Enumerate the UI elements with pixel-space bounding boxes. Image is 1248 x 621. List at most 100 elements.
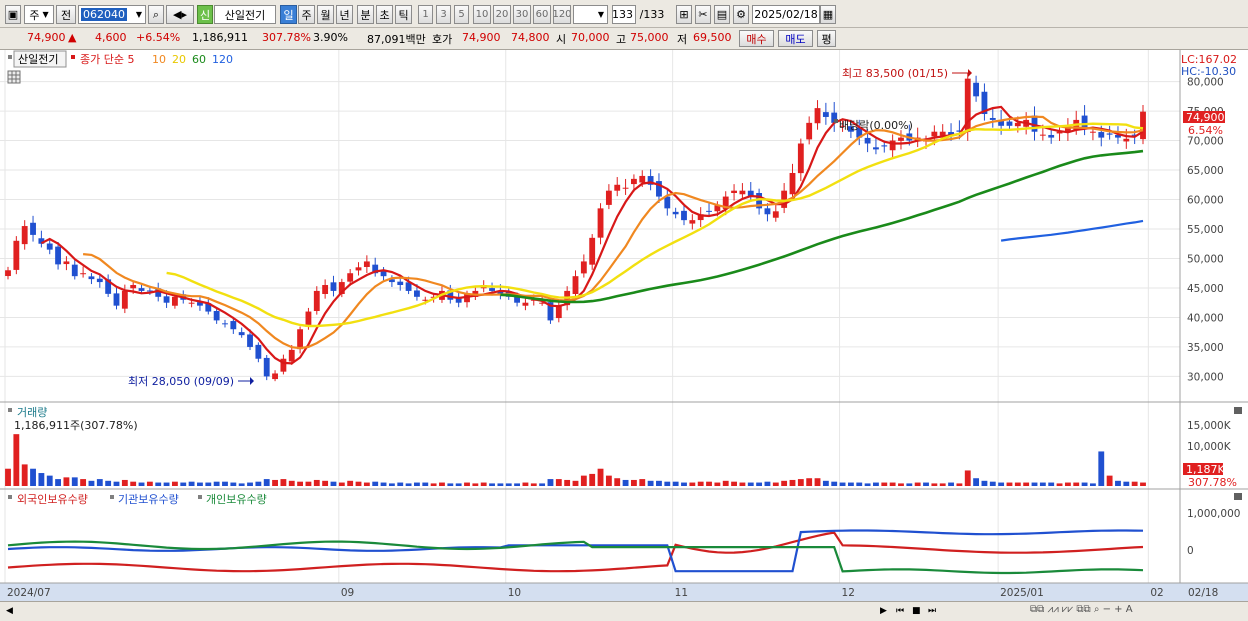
volume-bar bbox=[580, 475, 587, 486]
candle bbox=[288, 349, 295, 362]
chart-area[interactable]: 30,000 35,000 40,000 45,000 50,000 55,000 60,0… bbox=[0, 50, 1248, 601]
legend-ma10[interactable]: 10 bbox=[152, 53, 166, 66]
volume-bar bbox=[255, 481, 262, 486]
candle bbox=[63, 261, 70, 265]
date-input[interactable]: 2025/02/18 bbox=[752, 5, 820, 24]
dividend-annotation: 배당락(0.00%) bbox=[834, 119, 913, 132]
grid-icon[interactable]: ⊞ bbox=[676, 5, 692, 24]
first-page-icon[interactable]: ⏮ bbox=[896, 606, 904, 616]
tool-icons[interactable]: ⧉⧉ ⩘⩘ ⩗⩗ ⧉⧉ ⌕ − + A bbox=[1030, 604, 1133, 615]
tab-second[interactable]: 초 bbox=[376, 5, 393, 24]
candle bbox=[864, 137, 871, 144]
volume-bar bbox=[789, 479, 796, 486]
candle bbox=[272, 373, 278, 380]
candle bbox=[397, 281, 404, 286]
tab-tick[interactable]: 틱 bbox=[395, 5, 412, 24]
legend-ma5[interactable]: 종가 단순 5 bbox=[80, 53, 134, 66]
candle bbox=[664, 196, 671, 209]
save-icon[interactable]: ▤ bbox=[714, 5, 730, 24]
volume-bar bbox=[322, 480, 329, 486]
volume-title[interactable]: 거래량 bbox=[17, 406, 47, 419]
candle bbox=[605, 190, 612, 205]
volume-bar bbox=[5, 468, 11, 486]
scroll-left-icon[interactable]: ◀ bbox=[6, 606, 13, 616]
interval-10[interactable]: 10 bbox=[473, 5, 491, 24]
volume-bar bbox=[439, 482, 445, 486]
price-tick: 55,000 bbox=[1187, 224, 1224, 236]
legend-ma60[interactable]: 60 bbox=[192, 53, 206, 66]
legend-stock-name[interactable]: 산일전기 bbox=[18, 52, 58, 66]
holdings-pane-close-icon[interactable] bbox=[1234, 493, 1242, 500]
tab-year[interactable]: 년 bbox=[336, 5, 353, 24]
tab-minute[interactable]: 분 bbox=[357, 5, 374, 24]
volume-bar bbox=[747, 482, 754, 486]
candle bbox=[130, 285, 137, 289]
tab-week[interactable]: 주 bbox=[298, 5, 315, 24]
candle bbox=[772, 211, 779, 218]
sound-icon[interactable]: ◀▸ bbox=[166, 5, 194, 24]
volume-bar bbox=[847, 482, 854, 486]
legend-ma120[interactable]: 120 bbox=[212, 53, 233, 66]
candle bbox=[313, 290, 320, 311]
legend-inst-holdings[interactable]: 기관보유수량 bbox=[118, 493, 179, 506]
average-button[interactable]: 평 bbox=[817, 30, 836, 47]
last-page-icon[interactable]: ⏭ bbox=[928, 606, 936, 616]
tab-month[interactable]: 월 bbox=[317, 5, 334, 24]
volume-bar bbox=[1031, 482, 1038, 486]
stop-icon[interactable]: ■ bbox=[912, 606, 921, 616]
window-menu-icon[interactable]: ▣ bbox=[5, 5, 21, 24]
interval-3[interactable]: 3 bbox=[436, 5, 451, 24]
volume-bar bbox=[1081, 482, 1088, 486]
table-icon[interactable] bbox=[7, 70, 21, 84]
candle bbox=[138, 288, 145, 291]
price-tick: 70,000 bbox=[1187, 136, 1224, 148]
open-price: 70,000 bbox=[571, 31, 610, 44]
scissors-icon[interactable]: ✂ bbox=[695, 5, 711, 24]
candle bbox=[414, 290, 420, 297]
tab-day[interactable]: 일 bbox=[280, 5, 297, 24]
bar-count-input[interactable]: 133 bbox=[612, 5, 636, 24]
code-input[interactable]: 062040 ▼ bbox=[78, 5, 146, 24]
scroll-right-icon[interactable]: ▶ bbox=[880, 606, 887, 616]
volume-pane-close-icon[interactable] bbox=[1234, 407, 1242, 414]
scroll-bar[interactable]: ◀ ▶ ⏮ ■ ⏭ ⧉⧉ ⩘⩘ ⩗⩗ ⧉⧉ ⌕ − + A bbox=[0, 601, 1248, 621]
custom-interval-select[interactable]: ▼ bbox=[573, 5, 608, 24]
candle bbox=[1014, 122, 1021, 127]
volume-bar bbox=[1039, 482, 1046, 486]
change-percent: +6.54% bbox=[136, 31, 181, 44]
date-tick: 2024/07 bbox=[7, 587, 51, 599]
volume-bar bbox=[171, 481, 178, 486]
legend-ma20[interactable]: 20 bbox=[172, 53, 186, 66]
interval-1[interactable]: 1 bbox=[418, 5, 433, 24]
volume-bar bbox=[1098, 451, 1105, 486]
legend-foreign-holdings[interactable]: 외국인보유수량 bbox=[17, 493, 88, 506]
candle bbox=[46, 243, 53, 250]
legend-indiv-holdings[interactable]: 개인보유수량 bbox=[206, 493, 267, 506]
date-tick: 12 bbox=[842, 587, 855, 599]
interval-5[interactable]: 5 bbox=[454, 5, 469, 24]
volume-bar bbox=[155, 482, 162, 486]
volume-bar bbox=[822, 480, 829, 486]
price-tick: 60,000 bbox=[1187, 195, 1224, 207]
gear-icon[interactable]: ⚙ bbox=[733, 5, 749, 24]
period-type-select[interactable]: 주 ▼ bbox=[24, 5, 54, 24]
candle bbox=[672, 211, 679, 215]
volume-bar bbox=[647, 480, 654, 486]
candle bbox=[1140, 111, 1146, 140]
sell-button[interactable]: 매도 bbox=[778, 30, 813, 47]
calendar-icon[interactable]: ▦ bbox=[820, 5, 836, 24]
candle bbox=[13, 240, 20, 270]
interval-30[interactable]: 30 bbox=[513, 5, 531, 24]
volume-bar bbox=[130, 481, 137, 486]
volume-bar bbox=[80, 479, 87, 486]
volume-bar bbox=[706, 481, 712, 486]
search-icon[interactable]: ⌕ bbox=[148, 5, 164, 24]
volume-bar bbox=[63, 477, 70, 486]
prev-button[interactable]: 전 bbox=[56, 5, 76, 24]
interval-60[interactable]: 60 bbox=[533, 5, 551, 24]
interval-120[interactable]: 120 bbox=[553, 5, 571, 24]
buy-button[interactable]: 매수 bbox=[739, 30, 774, 47]
volume-bar bbox=[138, 482, 145, 486]
interval-20[interactable]: 20 bbox=[493, 5, 511, 24]
volume: 1,186,911 bbox=[192, 31, 248, 44]
